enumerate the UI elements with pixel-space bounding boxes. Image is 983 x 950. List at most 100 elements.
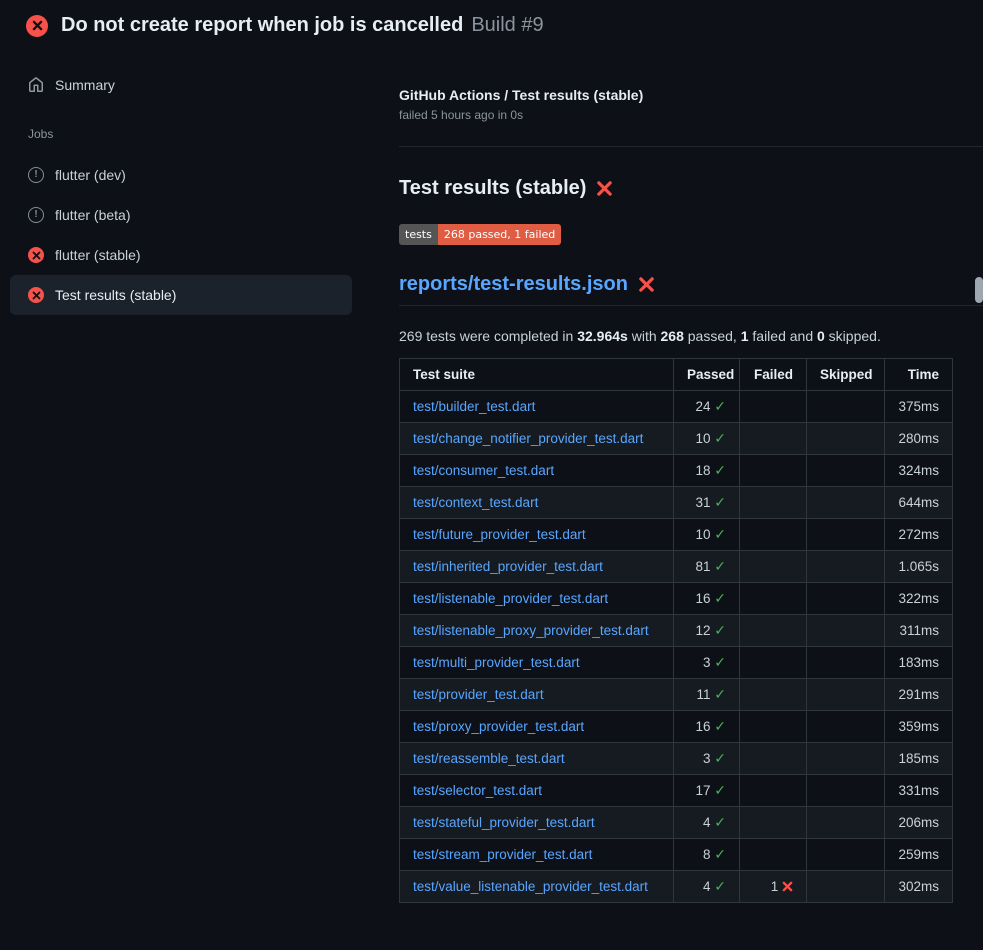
table-row: test/listenable_proxy_provider_test.dart… xyxy=(400,615,953,647)
skipped-cell xyxy=(807,391,885,423)
sidebar-item-label: flutter (dev) xyxy=(55,165,126,185)
summary-failed: 1 xyxy=(741,328,749,344)
home-icon xyxy=(28,77,44,93)
passed-cell: 16 ✓ xyxy=(674,711,740,743)
test-suite-link[interactable]: test/context_test.dart xyxy=(413,495,538,510)
suite-cell: test/context_test.dart xyxy=(400,487,674,519)
time-cell: 644ms xyxy=(885,487,953,519)
table-row: test/change_notifier_provider_test.dart 1… xyxy=(400,423,953,455)
scrollbar-thumb[interactable] xyxy=(975,277,983,303)
passed-cell: 10 ✓ xyxy=(674,423,740,455)
test-suite-link[interactable]: test/selector_test.dart xyxy=(413,783,542,798)
test-suite-link[interactable]: test/stream_provider_test.dart xyxy=(413,847,592,862)
fail-x-icon xyxy=(638,276,655,293)
check-icon: ✓ xyxy=(714,878,726,894)
check-icon: ✓ xyxy=(714,558,726,574)
suite-cell: test/listenable_proxy_provider_test.dart xyxy=(400,615,674,647)
time-cell: 359ms xyxy=(885,711,953,743)
passed-count: 18 xyxy=(695,463,710,478)
sidebar-item-test-results-stable[interactable]: Test results (stable) xyxy=(10,275,352,315)
skipped-cell xyxy=(807,551,885,583)
skipped-cell xyxy=(807,615,885,647)
test-suite-link[interactable]: test/multi_provider_test.dart xyxy=(413,655,580,670)
divider xyxy=(399,146,983,147)
test-suite-link[interactable]: test/builder_test.dart xyxy=(413,399,535,414)
sidebar-item-flutter-stable[interactable]: flutter (stable) xyxy=(10,235,352,275)
passed-cell: 10 ✓ xyxy=(674,519,740,551)
test-suite-link[interactable]: test/listenable_proxy_provider_test.dart xyxy=(413,623,649,638)
report-file-link[interactable]: reports/test-results.json xyxy=(399,273,628,296)
summary-text: passed, xyxy=(684,328,741,344)
suite-cell: test/multi_provider_test.dart xyxy=(400,647,674,679)
x-circle-icon xyxy=(28,287,44,303)
skipped-cell xyxy=(807,775,885,807)
failed-cell xyxy=(740,679,807,711)
table-row: test/listenable_provider_test.dart16 ✓32… xyxy=(400,583,953,615)
sidebar-jobs-list: !flutter (dev)!flutter (beta)flutter (st… xyxy=(10,155,352,315)
time-cell: 259ms xyxy=(885,839,953,871)
sidebar-item-summary[interactable]: Summary xyxy=(10,65,352,105)
sidebar-item-flutter-beta[interactable]: !flutter (beta) xyxy=(10,195,352,235)
skipped-cell xyxy=(807,487,885,519)
table-row: test/builder_test.dart24 ✓375ms xyxy=(400,391,953,423)
test-suite-link[interactable]: test/provider_test.dart xyxy=(413,687,544,702)
test-suite-link[interactable]: test/reassemble_test.dart xyxy=(413,751,565,766)
failed-cell xyxy=(740,647,807,679)
results-table-head: Test suitePassedFailedSkippedTime xyxy=(400,359,953,391)
test-suite-link[interactable]: test/listenable_provider_test.dart xyxy=(413,591,608,606)
test-suite-link[interactable]: test/consumer_test.dart xyxy=(413,463,554,478)
time-cell: 311ms xyxy=(885,615,953,647)
test-suite-link[interactable]: test/proxy_provider_test.dart xyxy=(413,719,584,734)
passed-cell: 24 ✓ xyxy=(674,391,740,423)
passed-cell: 12 ✓ xyxy=(674,615,740,647)
skipped-cell xyxy=(807,423,885,455)
column-header: Time xyxy=(885,359,953,391)
summary-passed: 268 xyxy=(661,328,684,344)
suite-cell: test/builder_test.dart xyxy=(400,391,674,423)
fail-x-icon xyxy=(596,180,613,197)
x-icon xyxy=(32,20,43,31)
check-icon: ✓ xyxy=(714,814,726,830)
fail-x-icon xyxy=(782,881,793,892)
failed-cell xyxy=(740,583,807,615)
suite-cell: test/stateful_provider_test.dart xyxy=(400,807,674,839)
passed-cell: 3 ✓ xyxy=(674,743,740,775)
suite-cell: test/stream_provider_test.dart xyxy=(400,839,674,871)
test-suite-link[interactable]: test/inherited_provider_test.dart xyxy=(413,559,603,574)
report-heading: reports/test-results.json xyxy=(399,273,983,306)
sidebar-item-label: Test results (stable) xyxy=(55,285,176,305)
table-row: test/context_test.dart 31 ✓ 644ms xyxy=(400,487,953,519)
sidebar: Summary Jobs !flutter (dev)!flutter (bet… xyxy=(0,51,399,315)
summary-text: with xyxy=(628,328,661,344)
failed-cell xyxy=(740,711,807,743)
column-header: Test suite xyxy=(400,359,674,391)
passed-count: 3 xyxy=(703,751,711,766)
table-row: test/inherited_provider_test.dart81 ✓1.0… xyxy=(400,551,953,583)
skipped-cell xyxy=(807,807,885,839)
test-suite-link[interactable]: test/change_notifier_provider_test.dart xyxy=(413,431,643,446)
test-suite-link[interactable]: test/value_listenable_provider_test.dart xyxy=(413,879,648,894)
failed-cell xyxy=(740,775,807,807)
check-icon: ✓ xyxy=(714,846,726,862)
passed-count: 10 xyxy=(695,431,710,446)
summary-skipped: 0 xyxy=(817,328,825,344)
passed-cell: 17 ✓ xyxy=(674,775,740,807)
main-content: GitHub Actions / Test results (stable) f… xyxy=(399,51,983,903)
table-row: test/multi_provider_test.dart3 ✓183ms xyxy=(400,647,953,679)
check-icon: ✓ xyxy=(714,622,726,638)
table-row: test/future_provider_test.dart 10 ✓ 272ms xyxy=(400,519,953,551)
time-cell: 185ms xyxy=(885,743,953,775)
check-icon: ✓ xyxy=(714,398,726,414)
skipped-cell xyxy=(807,647,885,679)
skipped-cell xyxy=(807,583,885,615)
page-layout: Summary Jobs !flutter (dev)!flutter (bet… xyxy=(0,51,983,903)
test-suite-link[interactable]: test/future_provider_test.dart xyxy=(413,527,586,542)
time-cell: 272ms xyxy=(885,519,953,551)
test-suite-link[interactable]: test/stateful_provider_test.dart xyxy=(413,815,595,830)
passed-cell: 31 ✓ xyxy=(674,487,740,519)
failed-cell xyxy=(740,519,807,551)
passed-count: 4 xyxy=(703,815,711,830)
failed-cell xyxy=(740,807,807,839)
table-row: test/selector_test.dart17 ✓331ms xyxy=(400,775,953,807)
sidebar-item-flutter-dev[interactable]: !flutter (dev) xyxy=(10,155,352,195)
